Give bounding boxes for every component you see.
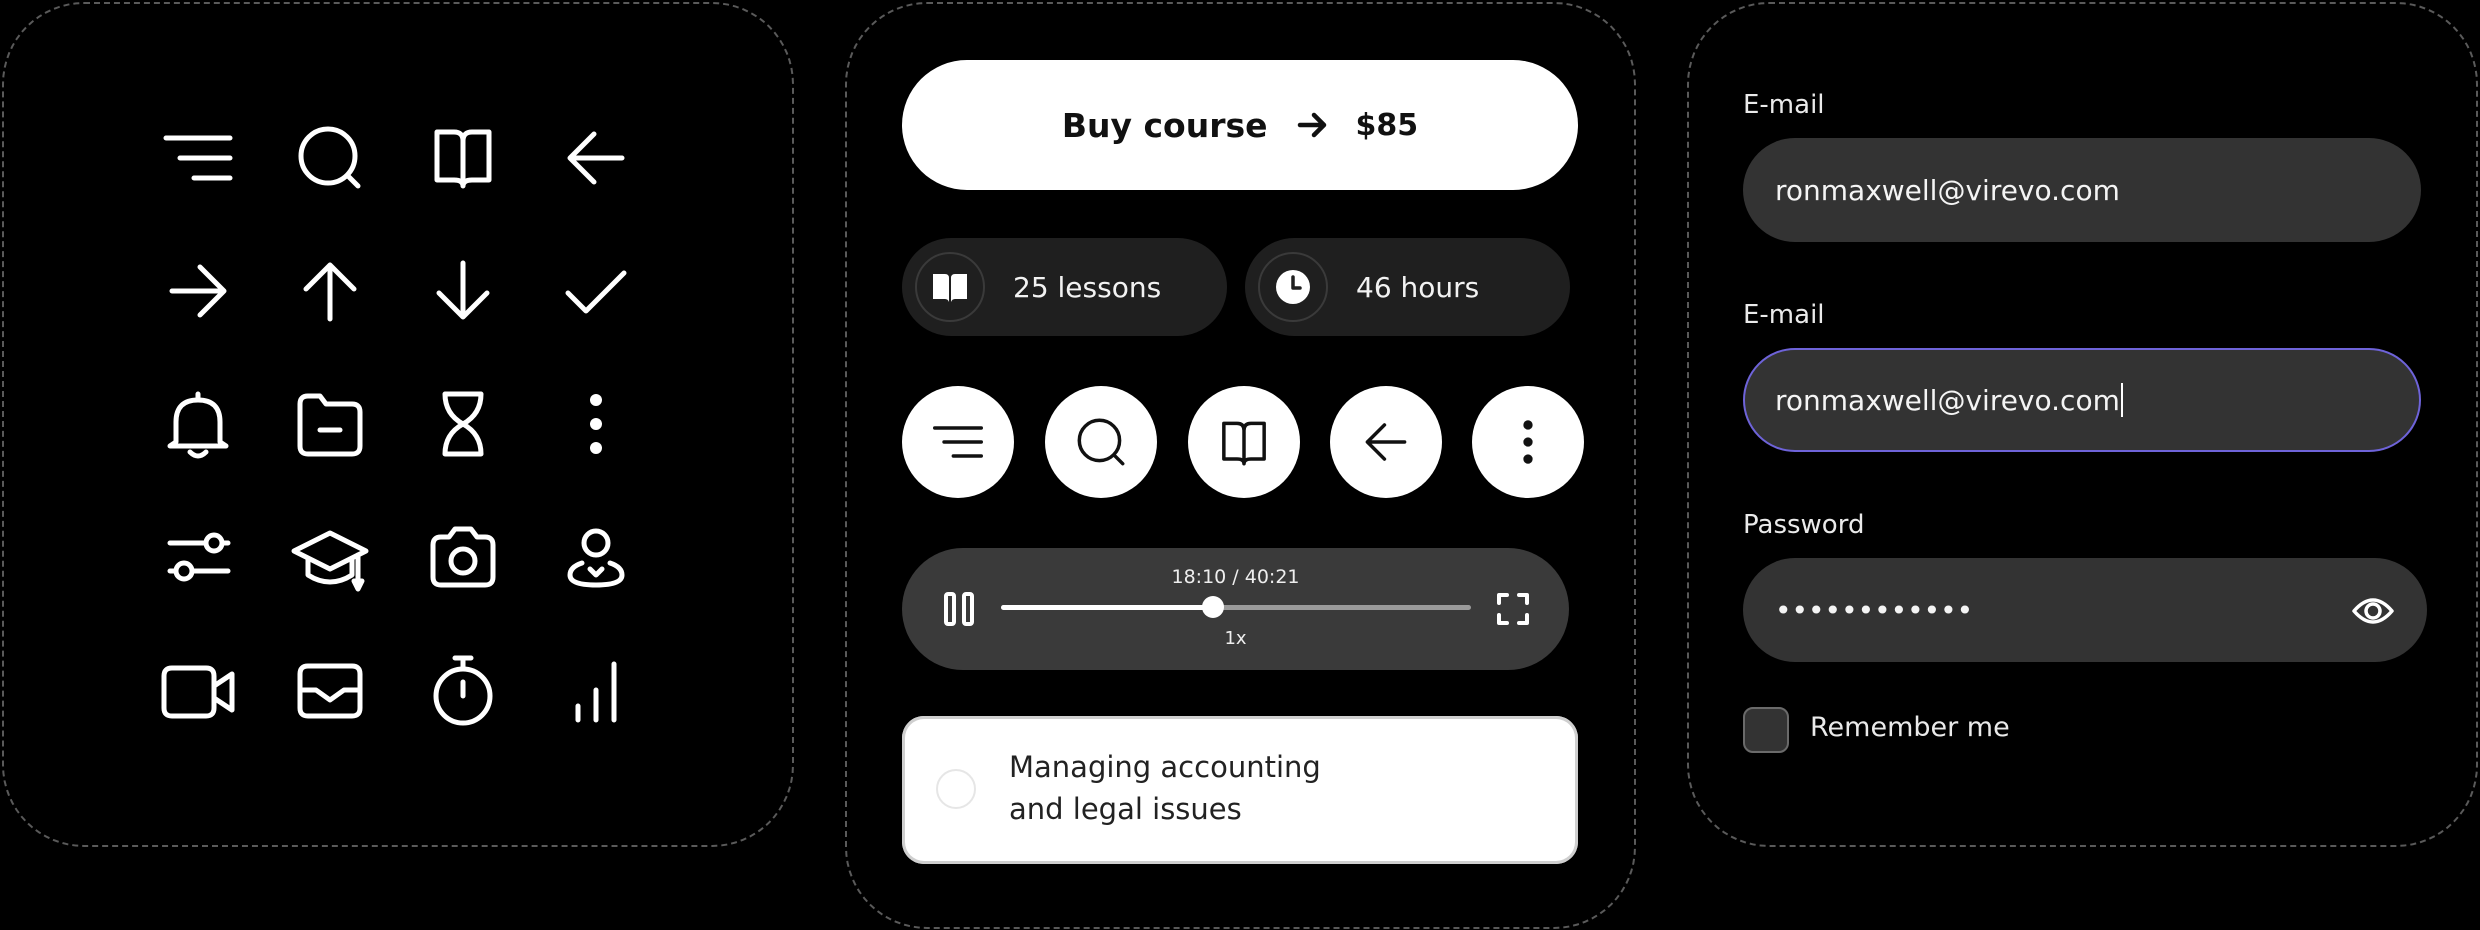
more-vertical-icon (1523, 420, 1533, 464)
more-button[interactable] (1472, 386, 1584, 498)
email-label: E-mail (1743, 90, 1825, 120)
clock-icon (1258, 252, 1328, 322)
mail-icon (290, 650, 370, 730)
icon-grid-panel (2, 2, 794, 847)
menu-icon (158, 118, 238, 198)
book-icon (915, 252, 985, 322)
playback-time: 18:10 / 40:21 (1171, 566, 1300, 588)
hourglass-icon (423, 384, 503, 464)
bell-icon (158, 384, 238, 464)
task-radio[interactable] (936, 769, 976, 809)
email-label-focused: E-mail (1743, 300, 1825, 330)
email-field[interactable]: ronmaxwell@virevo.com (1743, 138, 2421, 242)
password-value: •••••••••••• (1775, 593, 1974, 627)
password-field[interactable]: •••••••••••• (1743, 558, 2427, 662)
menu-icon (933, 426, 983, 458)
hours-count: 46 hours (1356, 270, 1480, 304)
email-value: ronmaxwell@virevo.com (1775, 173, 2120, 207)
pause-icon[interactable] (940, 590, 978, 628)
user-location-icon (556, 517, 636, 597)
fullscreen-icon[interactable] (1495, 591, 1531, 627)
menu-button[interactable] (902, 386, 1014, 498)
search-icon (1077, 418, 1125, 466)
remember-me-checkbox[interactable] (1743, 707, 1789, 753)
seek-handle[interactable] (1201, 596, 1224, 618)
seek-bar[interactable] (1001, 596, 1471, 618)
graduation-cap-icon (290, 517, 370, 597)
lessons-stat-pill: 25 lessons (902, 238, 1227, 336)
book-icon (1222, 421, 1266, 466)
arrow-right-icon (158, 251, 238, 331)
arrow-right-icon (1297, 112, 1326, 138)
stopwatch-icon (423, 650, 503, 730)
email-field-focused[interactable]: ronmaxwell@virevo.com (1743, 348, 2421, 452)
email-value-focused: ronmaxwell@virevo.com (1775, 383, 2120, 417)
more-vertical-icon (556, 384, 636, 464)
book-icon (423, 118, 503, 198)
task-card[interactable]: Managing accounting and legal issues (902, 716, 1578, 864)
password-label: Password (1743, 510, 1865, 540)
camera-icon (423, 517, 503, 597)
remember-me-label: Remember me (1810, 712, 2010, 743)
arrow-left-icon (556, 118, 636, 198)
task-title-line-1: Managing accounting (1009, 750, 1321, 784)
search-icon (290, 118, 370, 198)
bar-chart-icon (556, 650, 636, 730)
folder-minus-icon (290, 384, 370, 464)
task-title-line-2: and legal issues (1009, 792, 1242, 826)
course-price: $85 (1355, 107, 1419, 143)
playback-speed[interactable]: 1x (902, 628, 1569, 649)
arrow-up-icon (290, 251, 370, 331)
video-icon (158, 650, 238, 730)
hours-stat-pill: 46 hours (1245, 238, 1570, 336)
checkmark-icon (556, 251, 636, 331)
video-player-controls: 18:10 / 40:21 1x (902, 548, 1569, 670)
book-button[interactable] (1188, 386, 1300, 498)
lessons-count: 25 lessons (1013, 270, 1162, 304)
seek-progress (1001, 605, 1213, 610)
arrow-down-icon (423, 251, 503, 331)
text-caret (2120, 383, 2123, 417)
arrow-left-icon (1365, 423, 1407, 461)
buy-course-button[interactable]: Buy course $85 (902, 60, 1578, 190)
sliders-icon (158, 517, 238, 597)
search-button[interactable] (1045, 386, 1157, 498)
task-title: Managing accounting and legal issues (1009, 746, 1369, 830)
eye-icon[interactable] (2351, 589, 2395, 633)
buy-course-label: Buy course (1061, 105, 1268, 145)
back-button[interactable] (1330, 386, 1442, 498)
